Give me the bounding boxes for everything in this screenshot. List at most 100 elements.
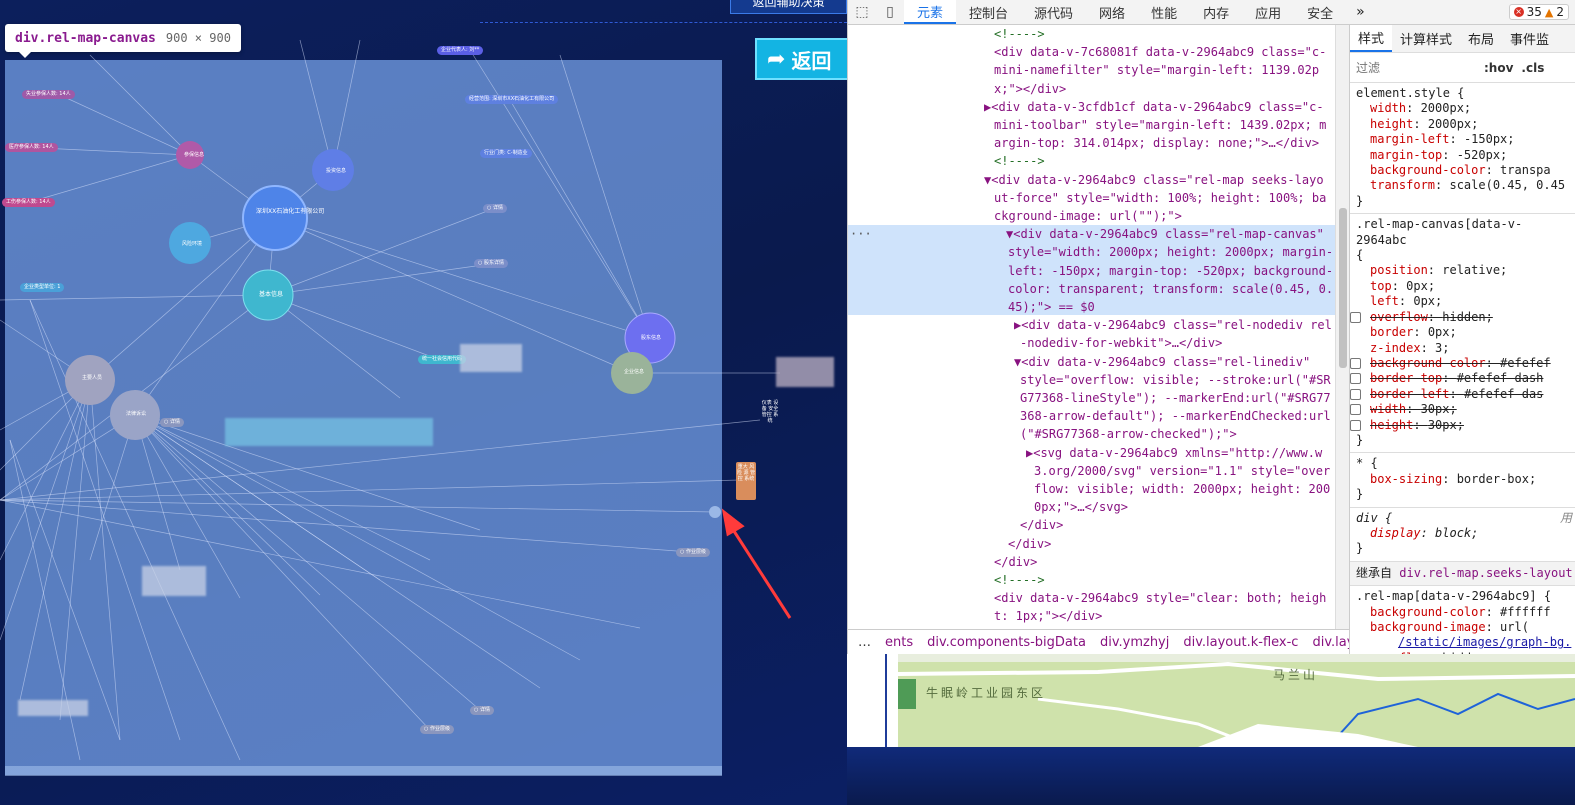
property-checkbox[interactable] [1350,357,1361,369]
css-property[interactable]: z-index: 3; [1356,341,1570,356]
error-badge[interactable]: × 35 ▲ 2 [1508,4,1569,20]
css-property[interactable]: width: 2000px; [1356,101,1570,116]
cls-toggle[interactable]: .cls [1521,61,1544,75]
dom-node-line[interactable]: ▶<div data-v-3cfdb1cf data-v-2964abc9 cl… [984,98,1324,116]
dom-node-line[interactable]: left: -150px; margin-top: -520px; backgr… [1008,262,1333,280]
property-checkbox[interactable] [1350,419,1361,431]
css-property[interactable]: height: 30px; [1350,418,1570,433]
breadcrumb-item[interactable]: ents [885,635,913,650]
dom-node-line[interactable]: ▼<div data-v-2964abc9 class="rel-map-can… [1006,225,1324,243]
css-property[interactable]: transform: scale(0.45, 0.45 [1356,178,1570,193]
inherited-element[interactable]: div.rel-map.seeks-layout [1399,566,1572,580]
tab-styles[interactable]: 样式 [1350,25,1393,52]
dom-comment-line[interactable]: <!----> [994,25,1045,43]
tab-performance[interactable]: 性能 [1138,0,1190,24]
dom-node-line[interactable]: ut-force" style="width: 100%; height: 10… [994,189,1326,207]
dom-node-line[interactable]: x;"></div> [994,80,1066,98]
dom-node-line[interactable]: 45);"> == $0 [1008,298,1095,316]
major-risk-system-card[interactable]: 重大 风险 源 管控 系统 [736,462,756,500]
css-property[interactable]: top: 0px; [1356,279,1570,294]
tab-console[interactable]: 控制台 [956,0,1021,24]
tab-computed[interactable]: 计算样式 [1392,25,1460,52]
device-toggle-icon[interactable]: ▯ [876,0,904,24]
css-property[interactable]: border: 0px; [1356,325,1570,340]
css-property[interactable]: background-image: url( [1356,620,1570,635]
tab-security[interactable]: 安全 [1294,0,1346,24]
dom-scrollbar[interactable] [1335,25,1349,629]
css-property[interactable]: /static/images/graph-bg. [1356,635,1571,650]
dom-node-line[interactable]: <div data-v-7c68081f data-v-2964abc9 cla… [994,43,1326,61]
more-tabs-button[interactable]: » [1346,0,1375,24]
css-property[interactable]: box-sizing: border-box; [1356,472,1570,487]
dom-node-line[interactable]: mini-namefilter" style="margin-left: 113… [994,61,1319,79]
dom-node-line[interactable]: t: 1px;"></div> [994,607,1102,625]
css-property[interactable]: background-color: #efefef [1350,356,1570,371]
instrument-system-card[interactable]: 仪表 设备 安全 管控 系统 [760,400,780,440]
tab-memory[interactable]: 内存 [1190,0,1242,24]
dom-comment-line[interactable]: <!----> [994,152,1045,170]
node-options-icon[interactable]: ··· [850,225,872,243]
breadcrumb-item[interactable]: div.ymzhyj [1100,635,1169,650]
css-property[interactable]: left: 0px; [1356,294,1570,309]
property-checkbox[interactable] [1350,373,1361,385]
breadcrumb-item[interactable]: div.layer [1312,635,1349,650]
tab-application[interactable]: 应用 [1242,0,1294,24]
issue-badges[interactable]: × 35 ▲ 2 [1508,0,1575,24]
breadcrumb-item[interactable]: div.layout.k-flex-c [1183,635,1298,650]
label-operation-level-2[interactable]: ○ 作业层级 [420,725,454,734]
property-checkbox[interactable] [1350,404,1361,416]
label-detail-1[interactable]: ○ 详情 [483,204,507,213]
label-detail-3[interactable]: ○ 详情 [470,706,494,715]
css-property[interactable]: height: 2000px; [1356,117,1570,132]
dom-node-line[interactable]: 3.org/2000/svg" version="1.1" style="ove… [1034,462,1330,480]
property-checkbox[interactable] [1350,311,1361,323]
css-property[interactable]: border-left: #efefef das [1350,387,1570,402]
styles-filter-input[interactable] [1356,57,1476,78]
tab-elements[interactable]: 元素 [904,0,957,24]
tab-layout[interactable]: 布局 [1460,25,1502,52]
breadcrumb-more[interactable]: … [858,635,871,650]
dom-node-line[interactable]: ▶<div data-v-2964abc9 class="rel-nodediv… [1014,316,1332,334]
css-property[interactable]: position: relative; [1356,263,1570,278]
css-property[interactable]: background-color: #ffffff [1356,605,1570,620]
dom-node-line[interactable]: -nodediv-for-webkit">…</div> [1020,334,1222,352]
label-shareholder-detail[interactable]: ○ 股东详情 [474,259,508,268]
dom-node-line[interactable]: ▼<div data-v-2964abc9 class="rel-linediv… [1014,353,1310,371]
css-property[interactable]: display: block; [1356,526,1570,541]
dom-node-line[interactable]: mini-toolbar" style="margin-left: 1439.0… [994,116,1326,134]
hov-toggle[interactable]: :hov [1484,61,1513,75]
dom-node-line[interactable]: flow: visible; width: 2000px; height: 20… [1034,480,1330,498]
tab-network[interactable]: 网络 [1086,0,1138,24]
dom-node-line[interactable]: ▼<div data-v-2964abc9 class="rel-map see… [984,171,1324,189]
dom-node-line[interactable]: G77368-lineStyle"); --markerEnd:url("#SR… [1020,389,1331,407]
dom-comment-line[interactable]: <!----> [994,571,1045,589]
dom-node-line[interactable]: color: transparent; transform: scale(0.4… [1008,280,1333,298]
label-operation-level-1[interactable]: ○ 作业层级 [676,548,710,557]
map-area[interactable]: 牛眠岭工业园东区 马兰山 [898,654,1575,747]
dom-node-line[interactable]: <div data-v-2964abc9 style="clear: both;… [994,589,1326,607]
dom-node-line[interactable]: argin-top: 314.014px; display: none;">…<… [994,134,1319,152]
label-detail-2[interactable]: ○ 详情 [160,418,184,427]
dom-node-line[interactable]: </div> [1020,516,1063,534]
dom-node-line[interactable]: ("#SRG77368-arrow-checked");"> [1020,425,1237,443]
dom-node-line[interactable]: </div> [1008,535,1051,553]
dom-node-line[interactable]: style="width: 2000px; height: 2000px; ma… [1008,243,1333,261]
dom-tree[interactable]: <!----> <div data-v-7c68081f data-v-2964a… [848,25,1336,629]
css-property[interactable]: margin-left: -150px; [1356,132,1570,147]
breadcrumb-item[interactable]: div.components-bigData [927,635,1086,650]
css-property[interactable]: margin-top: -520px; [1356,148,1570,163]
dom-scrollbar-thumb[interactable] [1339,208,1347,368]
css-property[interactable]: background-color: transpa [1356,163,1570,178]
css-property[interactable]: overflow: hidden; [1350,310,1570,325]
css-property[interactable]: width: 30px; [1350,402,1570,417]
inspect-element-icon[interactable]: ⬚ [848,0,876,24]
dom-node-line[interactable]: ckground-image: url("");"> [994,207,1182,225]
dom-node-line[interactable]: ▶<svg data-v-2964abc9 xmlns="http://www.… [1026,444,1322,462]
tab-event-listeners[interactable]: 事件监 [1502,25,1557,52]
css-property[interactable]: overflow: hidden; [1356,651,1570,654]
dom-node-line[interactable]: style="overflow: visible; --stroke:url("… [1020,371,1331,389]
property-checkbox[interactable] [1350,388,1361,400]
tab-sources[interactable]: 源代码 [1021,0,1086,24]
css-property[interactable]: border-top: #efefef dash [1350,371,1570,386]
dom-node-line[interactable]: </div> [994,553,1037,571]
